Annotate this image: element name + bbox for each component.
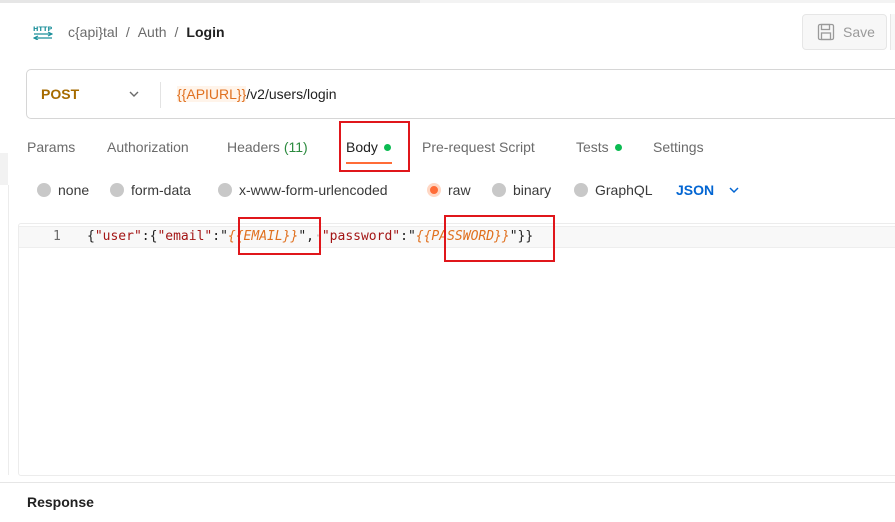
request-tabs: Params Authorization Headers (11) Body P… — [0, 135, 895, 169]
method-select[interactable]: POST — [41, 86, 79, 102]
radio-circle-selected — [427, 183, 441, 197]
breadcrumb-separator: / — [125, 24, 130, 40]
tab-label: Settings — [653, 139, 704, 155]
radio-circle — [574, 183, 588, 197]
annotation-box-body-tab — [339, 121, 410, 172]
request-header: HTTP c{api}tal / Auth / Login Save — [0, 12, 895, 52]
format-select[interactable]: JSON — [676, 182, 740, 198]
code-key: "user" — [94, 229, 142, 244]
radio-label: form-data — [131, 182, 191, 198]
radio-circle — [218, 183, 232, 197]
radio-circle — [37, 183, 51, 197]
radio-circle — [492, 183, 506, 197]
annotation-box-email — [238, 217, 321, 255]
tab-tests[interactable]: Tests — [576, 139, 622, 155]
save-icon — [817, 23, 835, 41]
url-bar: POST {{APIURL}}/v2/users/login — [26, 69, 895, 119]
radio-label: raw — [448, 182, 471, 198]
http-swap-icon: HTTP — [32, 24, 54, 41]
response-divider — [0, 482, 895, 483]
radio-label: binary — [513, 182, 552, 198]
radio-label: GraphQL — [595, 182, 653, 198]
code-key: "email" — [157, 229, 213, 244]
radio-label: none — [58, 182, 90, 198]
sidebar-edge-line — [8, 185, 9, 475]
response-section-title[interactable]: Response — [27, 494, 94, 510]
tab-label: Params — [27, 139, 76, 155]
chevron-down-icon — [729, 187, 739, 194]
tab-label: Pre-request Script — [422, 139, 535, 155]
tab-authorization[interactable]: Authorization — [107, 139, 189, 155]
code-token: :{ — [141, 229, 158, 244]
tab-params[interactable]: Params — [27, 139, 75, 155]
radio-circle — [110, 183, 124, 197]
body-type-options: none form-data x-www-form-urlencoded raw… — [0, 178, 895, 204]
tab-settings[interactable]: Settings — [653, 139, 704, 155]
radio-binary[interactable]: binary — [492, 182, 551, 198]
radio-x-www-form-urlencoded[interactable]: x-www-form-urlencoded — [218, 182, 388, 198]
annotation-box-password — [444, 215, 555, 262]
tests-indicator-dot — [614, 143, 622, 151]
tab-headers[interactable]: Headers (11) — [227, 139, 308, 155]
radio-form-data[interactable]: form-data — [110, 182, 191, 198]
tab-label: Headers — [227, 139, 280, 155]
code-token: :" — [400, 229, 416, 244]
top-tab-strip — [0, 0, 895, 3]
format-label: JSON — [676, 182, 715, 198]
save-button[interactable]: Save — [802, 14, 887, 50]
headers-count: (11) — [283, 139, 308, 155]
radio-graphql[interactable]: GraphQL — [574, 182, 653, 198]
svg-text:HTTP: HTTP — [33, 25, 52, 33]
radio-none[interactable]: none — [37, 182, 89, 198]
code-key: "password" — [321, 229, 401, 244]
code-token: :" — [212, 229, 228, 244]
tab-label: Authorization — [107, 139, 189, 155]
radio-raw[interactable]: raw — [427, 182, 471, 198]
url-input[interactable]: {{APIURL}}/v2/users/login — [177, 86, 337, 102]
save-label: Save — [843, 24, 875, 40]
radio-label: x-www-form-urlencoded — [239, 182, 388, 198]
url-variable: {{APIURL}} — [177, 86, 247, 102]
breadcrumb-separator: / — [174, 24, 179, 40]
breadcrumb: c{api}tal / Auth / Login — [68, 24, 225, 40]
breadcrumb-folder[interactable]: Auth — [138, 24, 167, 40]
url-path: /v2/users/login — [246, 86, 337, 102]
breadcrumb-collection[interactable]: c{api}tal — [68, 24, 118, 40]
line-number: 1 — [53, 229, 61, 244]
save-dropdown-edge[interactable] — [890, 14, 895, 50]
url-divider — [160, 82, 161, 108]
tab-label: Tests — [576, 139, 609, 155]
code-token: { — [87, 229, 95, 244]
breadcrumb-request[interactable]: Login — [186, 24, 224, 40]
chevron-down-icon[interactable] — [127, 87, 141, 101]
tab-pre-request-script[interactable]: Pre-request Script — [422, 139, 535, 155]
open-tab-shadow — [0, 0, 420, 3]
